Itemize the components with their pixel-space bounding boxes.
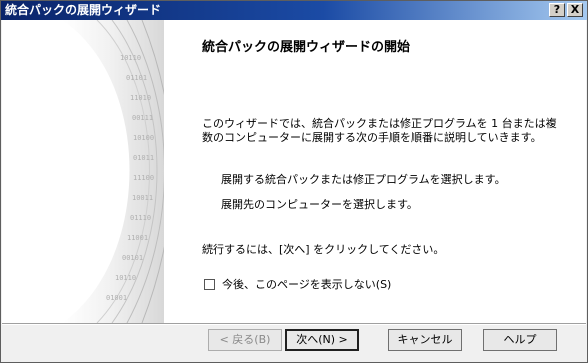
dont-show-again-checkbox[interactable] (204, 278, 215, 290)
svg-text:11001: 11001 (127, 234, 148, 242)
back-button[interactable]: < 戻る(B) (208, 329, 282, 351)
svg-text:11010: 11010 (130, 94, 151, 102)
svg-text:01001: 01001 (106, 294, 127, 302)
step-select-computers: 展開先のコンピューターを選択します。 (221, 198, 418, 211)
svg-text:00101: 00101 (122, 254, 143, 262)
wizard-window: 統合パックの展開ウィザード ? X 10110 01101 11010 0011… (0, 0, 588, 363)
svg-text:10110: 10110 (120, 54, 141, 62)
close-button[interactable]: X (567, 3, 583, 17)
svg-text:10110: 10110 (115, 274, 136, 282)
svg-text:10100: 10100 (133, 134, 154, 142)
svg-text:10011: 10011 (132, 194, 153, 202)
svg-text:11100: 11100 (133, 174, 154, 182)
dont-show-again-option[interactable]: 今後、このページを表示しない(S) (204, 276, 391, 292)
title-bar[interactable]: 統合パックの展開ウィザード ? X (1, 1, 587, 20)
cancel-button[interactable]: キャンセル (388, 329, 462, 351)
svg-text:00111: 00111 (132, 114, 153, 122)
wizard-content: 10110 01101 11010 00111 10100 01011 1110… (2, 20, 586, 323)
svg-text:01110: 01110 (130, 214, 151, 222)
dont-show-again-label[interactable]: 今後、このページを表示しない(S) (222, 276, 391, 292)
svg-text:01011: 01011 (133, 154, 154, 162)
button-separator (2, 323, 586, 325)
window-title: 統合パックの展開ウィザード (5, 3, 162, 17)
step-select-package: 展開する統合パックまたは修正プログラムを選択します。 (221, 173, 506, 186)
svg-text:01101: 01101 (126, 74, 147, 82)
side-banner-graphic: 10110 01101 11010 00111 10100 01011 1110… (2, 20, 164, 323)
wizard-description: このウィザードでは、統合パックまたは修正プログラムを 1 台または複数のコンピュ… (202, 117, 557, 144)
next-button[interactable]: 次へ(N) > (285, 329, 359, 351)
help-title-button[interactable]: ? (549, 3, 565, 17)
help-button[interactable]: ヘルプ (483, 329, 557, 351)
wizard-heading: 統合パックの展開ウィザードの開始 (202, 40, 411, 55)
continue-instruction: 続行するには、[次へ] をクリックしてください。 (202, 243, 445, 256)
